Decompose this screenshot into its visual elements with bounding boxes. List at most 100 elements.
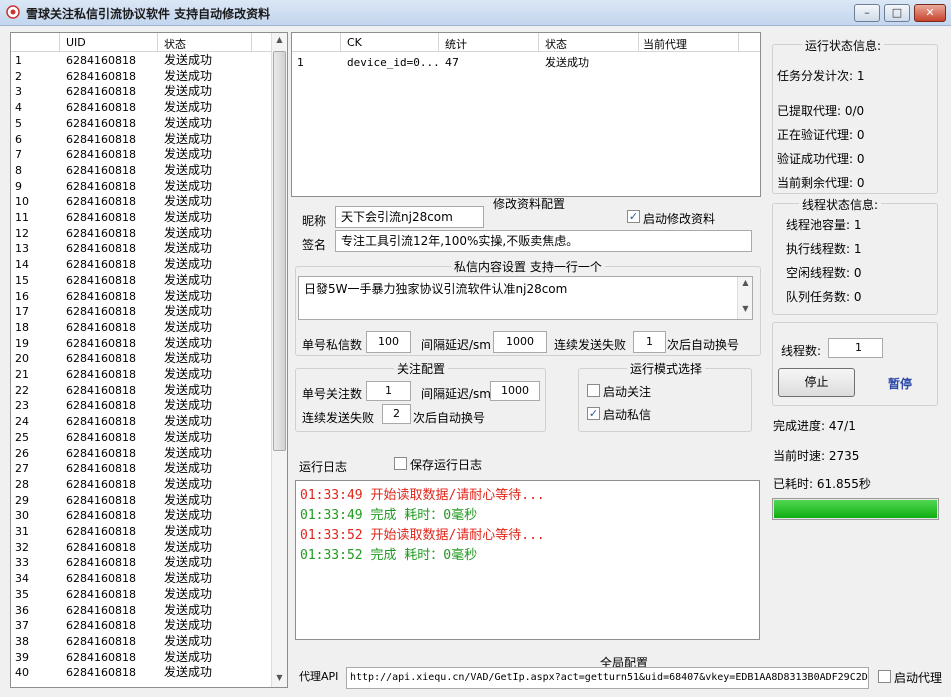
table-row[interactable]: 1 6284160818 发送成功 [11, 53, 269, 69]
table-row[interactable]: 39 6284160818 发送成功 [11, 650, 269, 666]
table-row[interactable]: 14 6284160818 发送成功 [11, 257, 269, 273]
table-row[interactable]: 20 6284160818 发送成功 [11, 351, 269, 367]
table-row[interactable]: 26 6284160818 发送成功 [11, 446, 269, 462]
row-status: 发送成功 [164, 476, 213, 491]
save-log-checkbox[interactable] [394, 457, 407, 470]
row-uid: 6284160818 [66, 399, 136, 413]
row-index: 15 [15, 273, 29, 287]
table-row[interactable]: 1 device_id=0... 47 发送成功 [292, 55, 758, 71]
table-row[interactable]: 11 6284160818 发送成功 [11, 210, 269, 226]
table-row[interactable]: 22 6284160818 发送成功 [11, 383, 269, 399]
table-row[interactable]: 24 6284160818 发送成功 [11, 414, 269, 430]
table-row[interactable]: 38 6284160818 发送成功 [11, 634, 269, 650]
row-index: 20 [15, 352, 29, 366]
save-log-label: 保存运行日志 [410, 458, 483, 472]
table-row[interactable]: 31 6284160818 发送成功 [11, 524, 269, 540]
nickname-input[interactable]: 天下会引流nj28com [335, 206, 484, 228]
table-row[interactable]: 21 6284160818 发送成功 [11, 367, 269, 383]
row-status: 发送成功 [164, 131, 213, 146]
table-row[interactable]: 34 6284160818 发送成功 [11, 571, 269, 587]
scroll-thumb[interactable] [273, 51, 286, 451]
follow-fail-input[interactable]: 2 [382, 404, 411, 424]
row-uid: 6284160818 [66, 430, 136, 444]
table-row[interactable]: 25 6284160818 发送成功 [11, 430, 269, 446]
table-row[interactable]: 8 6284160818 发送成功 [11, 163, 269, 179]
threads-input[interactable]: 1 [828, 338, 883, 358]
account-list[interactable]: CK 统计 状态 当前代理 1 device_id=0... 47 发送成功 [291, 32, 761, 197]
minimize-button[interactable]: – [854, 4, 880, 22]
message-config-title: 私信内容设置 支持一行一个 [451, 258, 605, 275]
row-status: 发送成功 [164, 162, 213, 177]
table-row[interactable]: 40 6284160818 发送成功 [11, 665, 269, 681]
table-row[interactable]: 2 6284160818 发送成功 [11, 69, 269, 85]
table-row[interactable]: 27 6284160818 发送成功 [11, 461, 269, 477]
message-scrollbar[interactable]: ▲ ▼ [737, 277, 752, 319]
table-row[interactable]: 37 6284160818 发送成功 [11, 618, 269, 634]
table-row[interactable]: 6 6284160818 发送成功 [11, 132, 269, 148]
account-list-header-ck[interactable]: CK [347, 36, 362, 49]
row-index: 16 [15, 289, 29, 303]
row-uid: 6284160818 [66, 415, 136, 429]
table-row[interactable]: 17 6284160818 发送成功 [11, 304, 269, 320]
table-row[interactable]: 32 6284160818 发送成功 [11, 540, 269, 556]
stop-button[interactable]: 停止 [778, 368, 855, 397]
msg-delay-input[interactable]: 1000 [493, 331, 547, 353]
table-row[interactable]: 15 6284160818 发送成功 [11, 273, 269, 289]
table-row[interactable]: 4 6284160818 发送成功 [11, 100, 269, 116]
msg-per-account-input[interactable]: 100 [366, 331, 411, 353]
table-row[interactable]: 29 6284160818 发送成功 [11, 493, 269, 509]
scroll-down-icon[interactable]: ▼ [272, 673, 287, 682]
account-list-header-status[interactable]: 状态 [545, 36, 567, 52]
table-row[interactable]: 3 6284160818 发送成功 [11, 84, 269, 100]
auto-modify-checkbox[interactable]: ✓ [627, 210, 640, 223]
row-uid: 6284160818 [66, 258, 136, 272]
table-row[interactable]: 28 6284160818 发送成功 [11, 477, 269, 493]
table-row[interactable]: 33 6284160818 发送成功 [11, 555, 269, 571]
follow-delay-input[interactable]: 1000 [490, 381, 540, 401]
row-uid: 6284160818 [66, 572, 136, 586]
table-row[interactable]: 19 6284160818 发送成功 [11, 336, 269, 352]
follow-mode-checkbox[interactable] [587, 384, 600, 397]
account-list-header-count[interactable]: 统计 [445, 36, 467, 52]
uid-list-header-uid[interactable]: UID [66, 36, 86, 49]
follow-per-account-input[interactable]: 1 [366, 381, 411, 401]
message-mode-checkbox[interactable]: ✓ [587, 407, 600, 420]
table-row[interactable]: 9 6284160818 发送成功 [11, 179, 269, 195]
uid-list-scrollbar[interactable]: ▲ ▼ [271, 33, 287, 687]
table-row[interactable]: 18 6284160818 发送成功 [11, 320, 269, 336]
table-row[interactable]: 10 6284160818 发送成功 [11, 194, 269, 210]
close-button[interactable]: ✕ [914, 4, 946, 22]
table-row[interactable]: 12 6284160818 发送成功 [11, 226, 269, 242]
message-content-textarea[interactable]: 日發5W一手暴力独家协议引流软件认准nj28com ▲ ▼ [298, 276, 753, 320]
row-uid: 6284160818 [66, 85, 136, 99]
row-uid: 6284160818 [66, 148, 136, 162]
msg-fail-input[interactable]: 1 [633, 331, 666, 353]
account-list-header-proxy[interactable]: 当前代理 [643, 36, 687, 52]
table-row[interactable]: 16 6284160818 发送成功 [11, 289, 269, 305]
table-row[interactable]: 30 6284160818 发送成功 [11, 508, 269, 524]
table-row[interactable]: 7 6284160818 发送成功 [11, 147, 269, 163]
message-content-text: 日發5W一手暴力独家协议引流软件认准nj28com [304, 282, 568, 296]
table-row[interactable]: 35 6284160818 发送成功 [11, 587, 269, 603]
progress-row: 完成进度: 47/1 [773, 419, 856, 433]
table-row[interactable]: 13 6284160818 发送成功 [11, 241, 269, 257]
verifying-proxy-value: 0 [856, 128, 865, 142]
scroll-down-icon[interactable]: ▼ [738, 305, 752, 313]
maximize-button[interactable]: □ [884, 4, 910, 22]
row-uid: 6284160818 [66, 69, 136, 83]
table-row[interactable]: 36 6284160818 发送成功 [11, 603, 269, 619]
pause-link[interactable]: 暂停 [888, 375, 912, 392]
uid-list[interactable]: UID 状态 1 6284160818 发送成功 2 6284160818 发送成功 3 62… [10, 32, 288, 688]
uid-list-header-status[interactable]: 状态 [164, 36, 186, 52]
row-index: 1 [15, 54, 22, 67]
proxy-api-input[interactable]: http://api.xiequ.cn/VAD/GetIp.aspx?act=g… [346, 667, 869, 689]
scroll-up-icon[interactable]: ▲ [738, 279, 752, 287]
table-row[interactable]: 5 6284160818 发送成功 [11, 116, 269, 132]
row-uid: 6284160818 [66, 305, 136, 319]
table-row[interactable]: 23 6284160818 发送成功 [11, 398, 269, 414]
run-log-box[interactable]: 01:33:49 开始读取数据/请耐心等待... 01:33:49 完成 耗时：0… [295, 480, 760, 640]
scroll-up-icon[interactable]: ▲ [272, 35, 287, 44]
proxy-enable-checkbox[interactable] [878, 670, 891, 683]
signature-input[interactable]: 专注工具引流12年,100%实操,不贩卖焦虑。 [335, 230, 752, 252]
row-uid: 6284160818 [66, 446, 136, 460]
